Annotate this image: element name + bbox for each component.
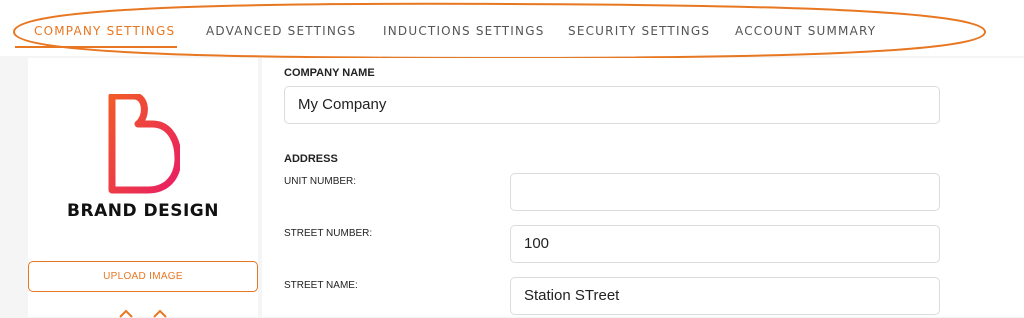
unit-number-label: UNIT NUMBER: [284, 176, 357, 187]
street-number-label: STREET NUMBER: [284, 228, 373, 239]
street-number-input[interactable]: 100 [510, 225, 940, 263]
unit-number-input[interactable] [510, 173, 940, 211]
street-name-label: STREET NAME: [284, 280, 358, 291]
street-name-input[interactable]: Station STreet [510, 277, 940, 315]
active-tab-indicator [15, 46, 177, 48]
upload-image-button[interactable]: UPLOAD IMAGE [28, 261, 258, 292]
settings-tab-bar: COMPANY SETTINGS ADVANCED SETTINGS INDUC… [0, 0, 1024, 56]
tab-company-settings[interactable]: COMPANY SETTINGS [34, 24, 175, 38]
company-form: COMPANY NAME My Company ADDRESS UNIT NUM… [262, 58, 1024, 317]
company-name-input[interactable]: My Company [284, 86, 940, 124]
tab-inductions-settings[interactable]: INDUCTIONS SETTINGS [383, 24, 545, 38]
company-name-label: COMPANY NAME [284, 67, 375, 79]
tab-advanced-settings[interactable]: ADVANCED SETTINGS [206, 24, 356, 38]
address-heading: ADDRESS [284, 153, 338, 165]
brand-logo-icon [108, 94, 180, 194]
tab-account-summary[interactable]: ACCOUNT SUMMARY [735, 24, 876, 38]
logo-card: BRAND DESIGN UPLOAD IMAGE [28, 58, 258, 318]
tab-security-settings[interactable]: SECURITY SETTINGS [568, 24, 710, 38]
brand-name-text: BRAND DESIGN [67, 201, 219, 221]
